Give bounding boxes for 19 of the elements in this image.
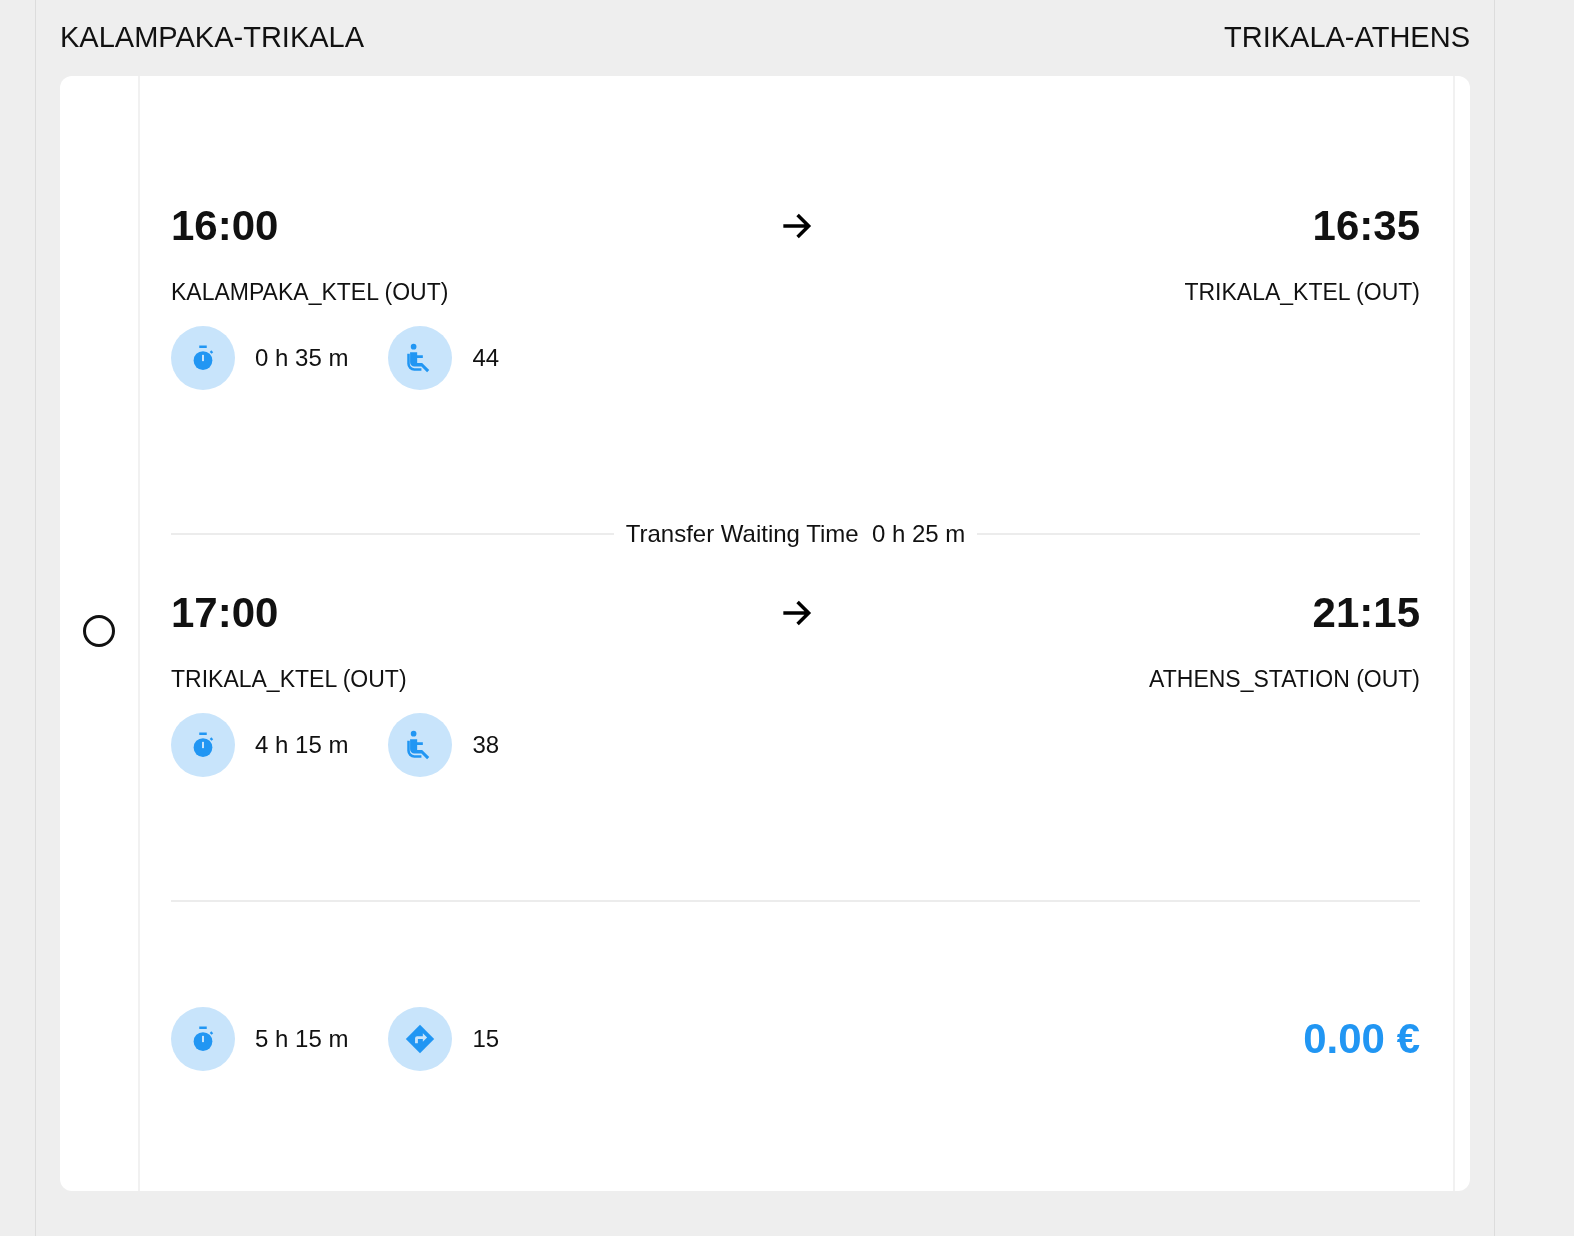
route-title: TRIKALA-ATHENS bbox=[1224, 20, 1470, 55]
arrival-time: 16:35 bbox=[1311, 206, 1420, 246]
departure-station: KALAMPAKA_KTEL (OUT) bbox=[171, 280, 449, 304]
seats-count: 38 bbox=[472, 731, 500, 759]
duration-text: 4 h 15 m bbox=[255, 731, 349, 759]
route-title: KALAMPAKA-TRIKALA bbox=[60, 20, 365, 55]
stops-count: 15 bbox=[472, 1025, 500, 1053]
arrival-station: TRIKALA_KTEL (OUT) bbox=[1184, 280, 1420, 304]
seats-count: 44 bbox=[472, 344, 500, 372]
departure-time: 16:00 bbox=[171, 206, 280, 246]
duration-text: 5 h 15 m bbox=[255, 1025, 349, 1053]
radio-button[interactable] bbox=[83, 615, 115, 647]
arrival-station: ATHENS_STATION (OUT) bbox=[1149, 667, 1420, 691]
arrival-time: 21:15 bbox=[1311, 593, 1420, 633]
duration-text: 0 h 35 m bbox=[255, 344, 349, 372]
departure-time: 17:00 bbox=[171, 593, 280, 633]
departure-station: TRIKALA_KTEL (OUT) bbox=[171, 667, 407, 691]
transfer-waiting-time: Transfer Waiting Time 0 h 25 m bbox=[625, 522, 966, 546]
price: 0.00 € bbox=[1303, 1015, 1420, 1063]
